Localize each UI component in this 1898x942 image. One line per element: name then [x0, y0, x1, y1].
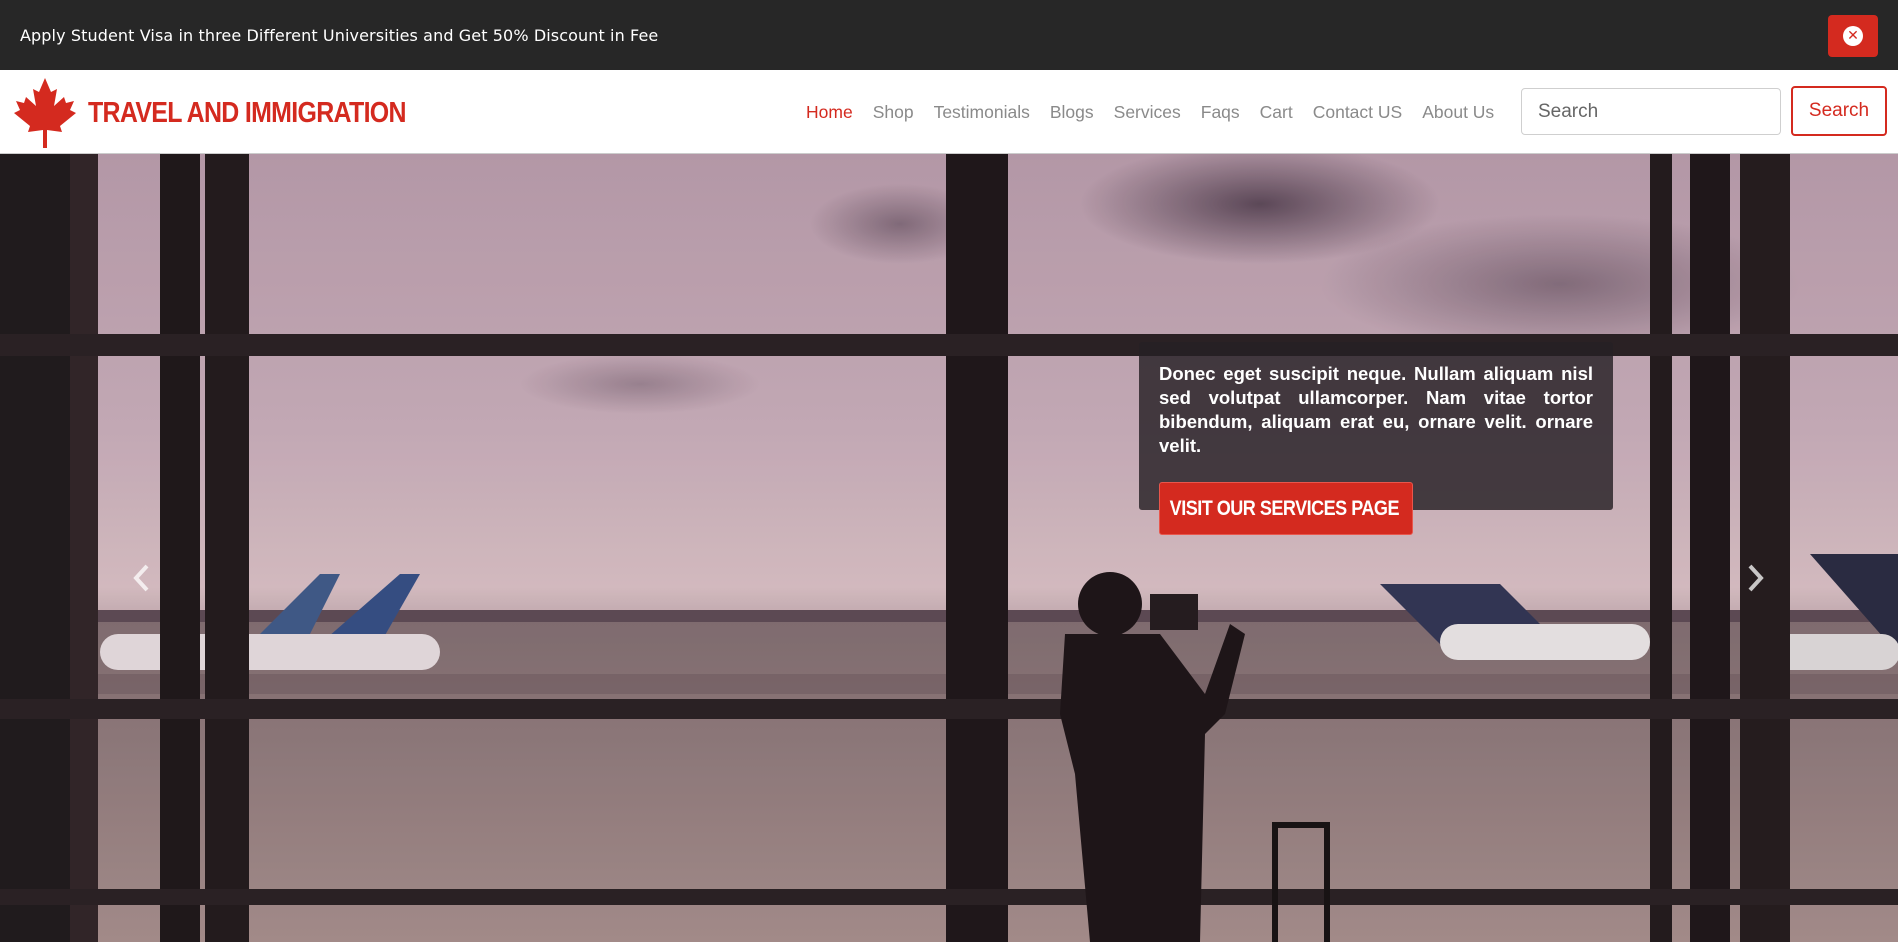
- maple-leaf-icon: [14, 78, 76, 148]
- search-button[interactable]: Search: [1791, 86, 1887, 136]
- visit-services-button[interactable]: VISIT OUR SERVICES PAGE: [1159, 482, 1413, 535]
- nav-item-cart[interactable]: Cart: [1250, 102, 1303, 123]
- search-input[interactable]: [1521, 88, 1781, 135]
- chevron-left-icon: [133, 564, 149, 592]
- hero-caption: Donec eget suscipit neque. Nullam aliqua…: [1139, 342, 1613, 535]
- nav-item-about-us[interactable]: About Us: [1412, 102, 1504, 123]
- nav-item-contact-us[interactable]: Contact US: [1303, 102, 1412, 123]
- carousel-next-button[interactable]: [1735, 558, 1775, 598]
- chevron-right-icon: [1748, 564, 1764, 592]
- nav-item-blogs[interactable]: Blogs: [1040, 102, 1104, 123]
- visit-services-label: VISIT OUR SERVICES PAGE: [1169, 496, 1399, 520]
- announcement-text: Apply Student Visa in three Different Un…: [20, 25, 659, 45]
- hero-caption-text: Donec eget suscipit neque. Nullam aliqua…: [1159, 363, 1593, 456]
- nav-item-testimonials[interactable]: Testimonials: [924, 102, 1040, 123]
- announcement-bar: Apply Student Visa in three Different Un…: [0, 0, 1898, 70]
- nav-item-home[interactable]: Home: [796, 102, 863, 123]
- main-nav: Home Shop Testimonials Blogs Services Fa…: [796, 70, 1504, 154]
- brand-name: TRAVEL AND IMMIGRATION: [88, 96, 407, 129]
- brand[interactable]: TRAVEL AND IMMIGRATION: [12, 76, 458, 150]
- navbar: TRAVEL AND IMMIGRATION Home Shop Testimo…: [0, 70, 1898, 154]
- nav-item-faqs[interactable]: Faqs: [1191, 102, 1250, 123]
- carousel-prev-button[interactable]: [122, 558, 162, 598]
- close-announcement-button[interactable]: ✕: [1828, 15, 1878, 57]
- nav-item-services[interactable]: Services: [1104, 102, 1191, 123]
- times-circle-icon: ✕: [1843, 26, 1863, 46]
- hero-image: [0, 154, 1898, 942]
- hero-carousel: Donec eget suscipit neque. Nullam aliqua…: [0, 154, 1898, 942]
- nav-item-shop[interactable]: Shop: [863, 102, 924, 123]
